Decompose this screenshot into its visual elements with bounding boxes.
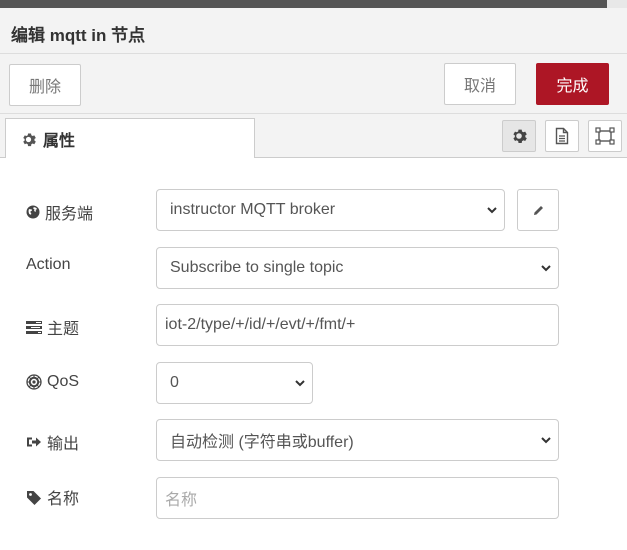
name-label: 名称 bbox=[26, 485, 79, 509]
globe-icon bbox=[26, 205, 40, 219]
description-view-button[interactable] bbox=[545, 120, 579, 152]
editor-header: 编辑 mqtt in 节点 bbox=[0, 8, 627, 54]
qos-select-value: 0 bbox=[170, 374, 179, 391]
output-select[interactable]: 自动检测 (字符串或buffer) bbox=[156, 419, 559, 461]
server-label: 服务端 bbox=[26, 200, 93, 224]
frame-icon bbox=[595, 127, 615, 145]
appearance-view-button[interactable] bbox=[588, 120, 622, 152]
topic-row: 主题 iot-2/type/+/id/+/evt/+/fmt/+ bbox=[0, 304, 627, 346]
tab-properties[interactable]: 属性 bbox=[5, 118, 255, 159]
qos-label-text: QoS bbox=[47, 373, 80, 390]
empire-icon bbox=[26, 374, 42, 390]
topic-label-text: 主题 bbox=[47, 321, 80, 338]
action-row: Action Subscribe to single topic bbox=[0, 247, 627, 289]
gear-icon bbox=[23, 133, 36, 146]
topic-label: 主题 bbox=[26, 315, 79, 339]
output-label: 输出 bbox=[26, 430, 79, 454]
name-row: 名称 名称 bbox=[0, 477, 627, 519]
properties-view-button[interactable] bbox=[502, 120, 536, 152]
tag-icon bbox=[27, 490, 41, 505]
cancel-button[interactable]: 取消 bbox=[444, 63, 516, 105]
chevron-down-icon bbox=[487, 207, 497, 214]
output-select-value: 自动检测 (字符串或buffer) bbox=[170, 434, 354, 451]
qos-row: QoS 0 bbox=[0, 362, 627, 404]
tasks-icon bbox=[26, 320, 42, 334]
server-select-value: instructor MQTT broker bbox=[170, 201, 336, 218]
tab-properties-label: 属性 bbox=[43, 133, 76, 150]
action-select[interactable]: Subscribe to single topic bbox=[156, 247, 559, 289]
name-input-placeholder: 名称 bbox=[165, 492, 198, 509]
server-label-text: 服务端 bbox=[45, 206, 94, 223]
action-select-value: Subscribe to single topic bbox=[170, 259, 344, 276]
server-select[interactable]: instructor MQTT broker bbox=[156, 189, 505, 231]
document-icon bbox=[555, 127, 569, 145]
edit-server-button[interactable] bbox=[517, 189, 559, 231]
output-row: 输出 自动检测 (字符串或buffer) bbox=[0, 419, 627, 461]
done-button[interactable]: 完成 bbox=[536, 63, 609, 105]
pencil-icon bbox=[533, 205, 543, 215]
name-input[interactable]: 名称 bbox=[156, 477, 559, 519]
action-label: Action bbox=[26, 256, 70, 274]
topic-input-value: iot-2/type/+/id/+/evt/+/fmt/+ bbox=[165, 316, 356, 333]
editor-toolbar: 删除 取消 完成 bbox=[0, 54, 627, 114]
chevron-down-icon bbox=[541, 437, 551, 444]
properties-form: 服务端 instructor MQTT broker Action Subscr… bbox=[0, 158, 627, 550]
gear-icon bbox=[513, 129, 527, 143]
action-label-text: Action bbox=[26, 256, 71, 273]
chevron-down-icon bbox=[295, 380, 305, 387]
top-bar-accent bbox=[607, 0, 627, 8]
tab-bar: 属性 bbox=[0, 114, 627, 159]
topic-input[interactable]: iot-2/type/+/id/+/evt/+/fmt/+ bbox=[156, 304, 559, 346]
qos-label: QoS bbox=[26, 373, 79, 391]
sign-out-icon bbox=[27, 437, 41, 447]
chevron-down-icon bbox=[541, 265, 551, 272]
output-label-text: 输出 bbox=[47, 436, 80, 453]
window-top-bar bbox=[0, 0, 627, 8]
name-label-text: 名称 bbox=[47, 491, 80, 508]
delete-button[interactable]: 删除 bbox=[9, 64, 81, 106]
page-title: 编辑 mqtt in 节点 bbox=[11, 26, 146, 45]
server-row: 服务端 instructor MQTT broker bbox=[0, 189, 627, 231]
qos-select[interactable]: 0 bbox=[156, 362, 313, 404]
